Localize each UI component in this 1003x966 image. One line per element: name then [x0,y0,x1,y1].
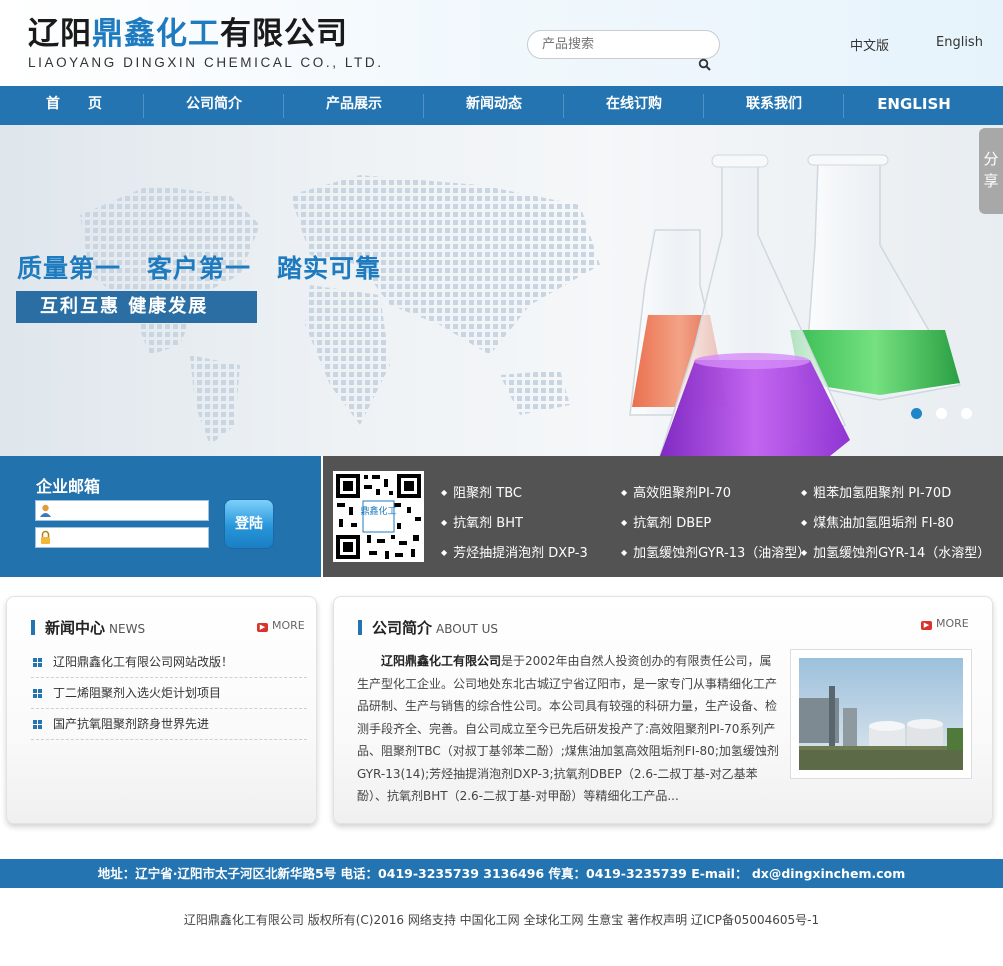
site-header: 辽阳鼎鑫化工有限公司 LIAOYANG DINGXIN CHEMICAL CO.… [0,0,1003,86]
search-input[interactable] [542,31,702,58]
product-link-label: 煤焦油加氢阻垢剂 FI-80 [813,516,954,531]
enterprise-mail-panel: 企业邮箱 登陆 [0,456,321,577]
banner-slogan-sub: 互利互惠 健康发展 [16,291,257,323]
logo-chinese-name: 辽阳鼎鑫化工有限公司 [28,14,384,54]
news-item-title: 辽阳鼎鑫化工有限公司网站改版！ [53,655,234,669]
slide-dot-2[interactable] [936,408,947,419]
about-more-link[interactable]: ▶ MORE [921,617,969,630]
banner-slogan-main: 质量第一 客户第一 踏实可靠 [17,254,382,283]
product-link[interactable]: ◆ 抗氧剂 DBEP [621,512,711,531]
news-panel: 新闻中心 NEWS ▶ MORE 辽阳鼎鑫化工有限公司网站改版！ 丁二烯阻聚剂入选火… [6,596,317,824]
diamond-icon: ◆ [801,488,808,497]
diamond-icon: ◆ [801,548,808,557]
about-more-label: MORE [936,617,969,630]
about-description: 是于2002年由自然人投资创办的有限责任公司，属生产型化工企业。公司地处东北古城… [357,654,779,803]
product-link[interactable]: ◆ 阻聚剂 TBC [441,482,522,501]
arrow-right-icon: ▶ [921,621,932,630]
search-box [527,30,720,59]
qr-logo-text: 鼎鑫化工 [360,505,396,517]
qr-code: 鼎鑫化工 [333,471,424,562]
product-link[interactable]: ◆ 抗氧剂 BHT [441,512,523,531]
mail-login-button[interactable]: 登陆 [224,499,274,549]
about-company-name: 辽阳鼎鑫化工有限公司 [381,654,502,668]
product-links-panel: 鼎鑫化工 ◆ 阻聚剂 TBC ◆ 高效阻聚剂PI-70 ◆ 粗苯加氢阻聚剂 PI-70… [323,456,1003,577]
language-chinese-link[interactable]: 中文版 [850,35,889,54]
footer-copyright: 辽阳鼎鑫化工有限公司 版权所有(C)2016 网络支持 中国化工网 全球化工网 … [183,913,820,927]
product-link[interactable]: ◆ 煤焦油加氢阻垢剂 FI-80 [801,512,954,531]
user-icon [40,504,51,517]
nav-item-contact[interactable]: 联系我们 [704,86,844,125]
footer-contact-bar: 地址：辽宁省·辽阳市太子河区北新华路5号 电话：0419-3235739 313… [0,859,1003,888]
news-title-en: NEWS [109,622,146,636]
factory-photo[interactable] [790,649,972,779]
mail-title: 企业邮箱 [36,477,101,496]
lab-flasks-image [629,154,962,456]
product-link[interactable]: ◆ 粗苯加氢阻聚剂 PI-70D [801,482,951,501]
about-panel: 公司简介 ABOUT US ▶ MORE 辽阳鼎鑫化工有限公司是于2002年由自然人… [333,596,993,824]
nav-item-home[interactable]: 首 页 [4,86,144,125]
news-more-label: MORE [272,619,305,632]
diamond-icon: ◆ [441,548,448,557]
diamond-icon: ◆ [801,518,808,527]
news-item-title: 丁二烯阻聚剂入选火炬计划项目 [53,686,222,700]
news-title-cn: 新闻中心 [45,619,106,637]
nav-item-english[interactable]: ENGLISH [844,86,984,125]
main-navigation: 首 页 公司简介 产品展示 新闻动态 在线订购 联系我们 ENGLISH [0,86,1003,125]
product-link-label: 抗氧剂 BHT [453,516,523,531]
language-english-link[interactable]: English [936,35,983,50]
nav-item-order[interactable]: 在线订购 [564,86,704,125]
about-text: 辽阳鼎鑫化工有限公司是于2002年由自然人投资创办的有限责任公司，属生产型化工企… [357,650,782,808]
product-link[interactable]: ◆ 加氢缓蚀剂GYR-14（水溶型） [801,542,990,561]
share-button[interactable]: 分享 [979,128,1003,214]
mail-username-field[interactable] [35,500,209,521]
about-panel-title: 公司简介 ABOUT US [358,617,498,638]
about-title-en: ABOUT US [436,622,499,636]
logo-english-name: LIAOYANG DINGXIN CHEMICAL CO., LTD. [28,55,384,70]
diamond-icon: ◆ [441,518,448,527]
grid-bullet-icon [33,689,42,698]
diamond-icon: ◆ [621,518,628,527]
company-logo[interactable]: 辽阳鼎鑫化工有限公司 LIAOYANG DINGXIN CHEMICAL CO.… [28,14,384,70]
diamond-icon: ◆ [441,488,448,497]
search-icon[interactable] [698,57,712,71]
news-panel-title: 新闻中心 NEWS [31,617,145,638]
product-link-label: 阻聚剂 TBC [453,486,522,501]
mail-password-field[interactable] [35,527,209,548]
product-link-label: 加氢缓蚀剂GYR-13（油溶型） [633,546,811,561]
arrow-right-icon: ▶ [257,623,268,632]
about-title-cn: 公司简介 [372,619,433,637]
news-list-item[interactable]: 丁二烯阻聚剂入选火炬计划项目 [31,678,307,709]
slide-dot-3[interactable] [961,408,972,419]
diamond-icon: ◆ [621,488,628,497]
lock-icon [41,530,50,544]
hero-banner: 质量第一 客户第一 踏实可靠 互利互惠 健康发展 [0,125,1003,456]
logo-name-part2: 鼎鑫化工 [92,16,220,52]
diamond-icon: ◆ [621,548,628,557]
product-link[interactable]: ◆ 芳烃抽提消泡剂 DXP-3 [441,542,588,561]
product-link-label: 高效阻聚剂PI-70 [633,486,732,501]
nav-item-about[interactable]: 公司简介 [144,86,284,125]
product-link[interactable]: ◆ 加氢缓蚀剂GYR-13（油溶型） [621,542,810,561]
nav-item-news[interactable]: 新闻动态 [424,86,564,125]
product-link-label: 粗苯加氢阻聚剂 PI-70D [813,486,952,501]
slide-dot-1[interactable] [911,408,922,419]
news-list-item[interactable]: 国产抗氧阻聚剂跻身世界先进 [31,709,307,740]
logo-name-part3: 有限公司 [220,16,348,52]
logo-name-part1: 辽阳 [28,16,92,52]
product-link-label: 芳烃抽提消泡剂 DXP-3 [453,546,588,561]
news-item-title: 国产抗氧阻聚剂跻身世界先进 [53,717,210,731]
nav-item-products[interactable]: 产品展示 [284,86,424,125]
product-link[interactable]: ◆ 高效阻聚剂PI-70 [621,482,731,501]
news-more-link[interactable]: ▶ MORE [257,619,305,632]
product-link-label: 抗氧剂 DBEP [633,516,712,531]
grid-bullet-icon [33,658,42,667]
grid-bullet-icon [33,720,42,729]
news-list-item[interactable]: 辽阳鼎鑫化工有限公司网站改版！ [31,647,307,678]
product-link-label: 加氢缓蚀剂GYR-14（水溶型） [813,546,991,561]
